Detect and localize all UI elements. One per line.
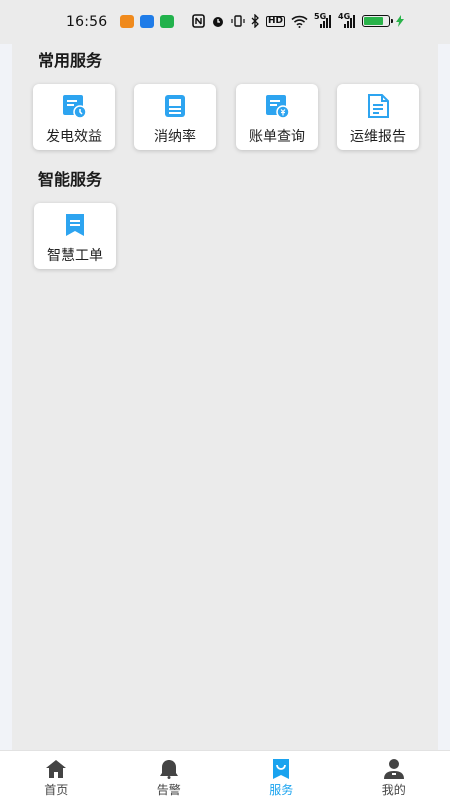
tab-label: 服务 (269, 783, 294, 797)
tab-service[interactable]: 服务 (225, 751, 338, 800)
status-time: 16:56 (66, 14, 108, 30)
status-bar: 16:56 HD 5G 4G (0, 0, 450, 44)
service-card-bill-query[interactable]: 账单查询 (236, 84, 318, 150)
app-notify-icon (160, 15, 174, 28)
service-label: 智慧工单 (47, 248, 103, 264)
profile-icon (383, 759, 404, 779)
signal-4g-label: 4G (338, 12, 351, 21)
revenue-doc-icon (63, 95, 87, 119)
nfc-icon (192, 13, 205, 29)
service-label: 账单查询 (249, 129, 305, 145)
signal-5g-icon: 5G (314, 12, 332, 29)
service-card-revenue[interactable]: 发电效益 (33, 84, 115, 150)
battery-icon (362, 15, 394, 27)
app-notify-icon (140, 15, 154, 28)
service-bookmark-icon (273, 759, 290, 779)
home-icon (46, 760, 67, 778)
tab-alarm[interactable]: 告警 (113, 751, 226, 800)
service-label: 发电效益 (46, 129, 102, 145)
services-content: 常用服务 发电效益 消纳率 账单查询 运维报告 智能服务 智慧工单 (12, 44, 438, 750)
monitor-doc-icon (165, 95, 185, 117)
signal-4g-icon: 4G (338, 12, 356, 29)
alarm-icon (211, 13, 225, 29)
app-notify-icon (120, 15, 134, 28)
tab-mine[interactable]: 我的 (338, 751, 450, 800)
tab-label: 首页 (44, 783, 69, 797)
vibrate-icon (231, 13, 245, 29)
status-icons: HD 5G 4G (192, 12, 405, 29)
bottom-tabbar: 首页 告警 服务 我的 (0, 750, 450, 800)
service-card-smart-ticket[interactable]: 智慧工单 (34, 203, 116, 269)
bookmark-ticket-icon (66, 214, 84, 236)
wifi-icon (291, 13, 308, 29)
service-card-ops-report[interactable]: 运维报告 (337, 84, 419, 150)
service-label: 消纳率 (154, 129, 196, 145)
tab-home[interactable]: 首页 (0, 751, 113, 800)
service-card-consumption-rate[interactable]: 消纳率 (134, 84, 216, 150)
notification-apps (120, 15, 174, 28)
service-label: 运维报告 (350, 129, 406, 145)
section-title-common: 常用服务 (38, 51, 103, 70)
battery-level (364, 17, 383, 25)
bill-query-icon (266, 95, 290, 119)
bell-icon (159, 760, 178, 779)
charging-icon (396, 13, 405, 29)
signal-5g-label: 5G (314, 12, 327, 21)
bluetooth-icon (251, 13, 260, 29)
tab-label: 告警 (156, 783, 181, 797)
report-doc-icon (368, 94, 389, 118)
hd-badge: HD (266, 15, 286, 27)
section-title-smart: 智能服务 (38, 170, 103, 189)
tab-label: 我的 (381, 783, 406, 797)
